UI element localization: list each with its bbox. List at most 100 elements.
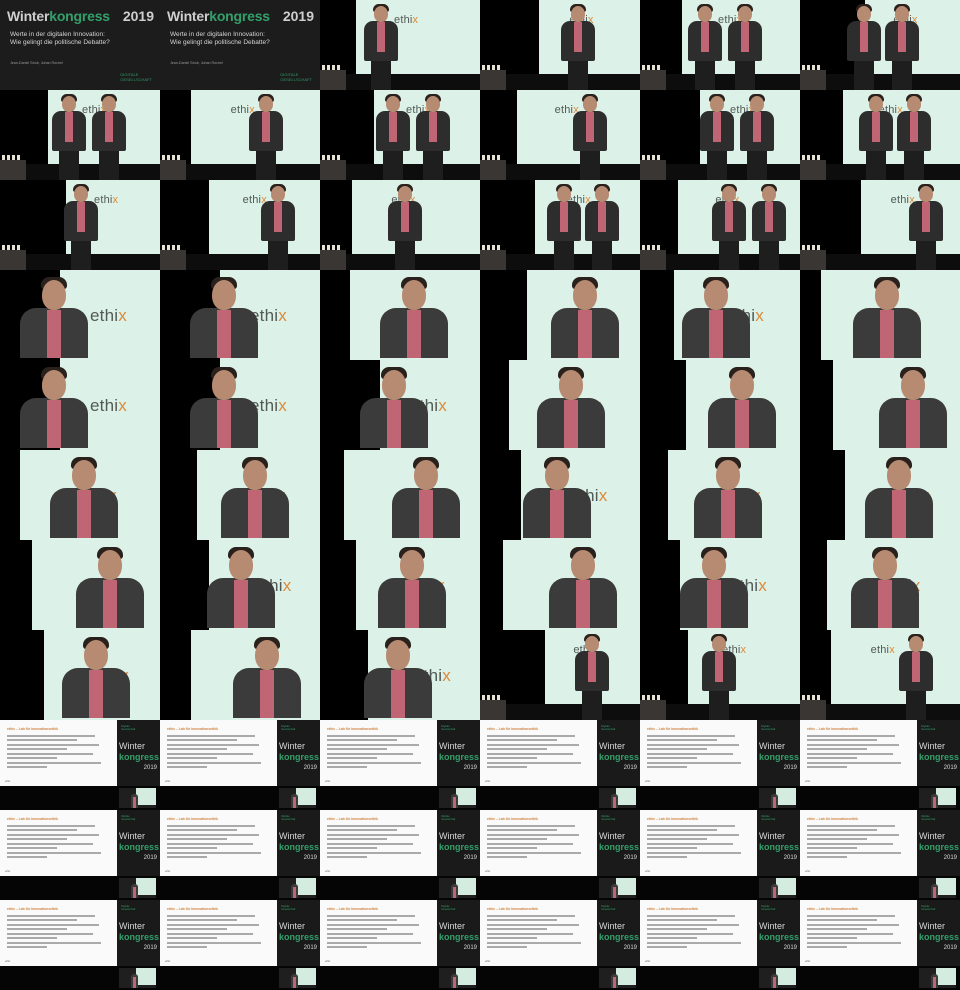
sidebar-winter: Winter	[599, 831, 626, 841]
sidebar-winter: Winter	[919, 921, 946, 931]
stage-thumbnail: ethix	[480, 90, 640, 180]
stage-thumbnail: ethix	[320, 0, 480, 90]
closeup-speaker-thumbnail: ethix	[640, 270, 800, 360]
slide-heading: ethix – Lab für Innovationsethik	[7, 817, 59, 821]
speaker-inset	[439, 968, 476, 988]
speaker-figure	[694, 457, 762, 540]
speaker-figure	[682, 277, 750, 360]
sidebar-year: 2019	[943, 945, 957, 951]
organizer-logo: Digitale Gesellschaft	[921, 905, 936, 911]
stage-thumbnail: ethix	[160, 180, 320, 270]
presentation-slide: ethix – Lab für Innovationsethik ethix	[0, 900, 117, 966]
sidebar-kongress: kongress	[279, 842, 320, 852]
closeup-speaker-thumbnail: ethix	[0, 450, 160, 540]
speaker-figure	[909, 184, 943, 270]
speaker-figure	[728, 4, 762, 90]
speaker-figure	[50, 457, 118, 540]
slide-footer: ethix	[805, 870, 811, 873]
speaker-inset	[439, 788, 476, 808]
slide-footer: ethix	[5, 960, 11, 963]
sidebar-kongress: kongress	[919, 842, 960, 852]
presentation-slide: ethix – Lab für Innovationsethik ethix	[640, 900, 757, 966]
stream-layout-thumbnail: ethix – Lab für Innovationsethik ethix D…	[800, 900, 960, 990]
closeup-speaker-thumbnail: ethix	[320, 630, 480, 720]
speaker-figure	[702, 634, 736, 720]
sidebar-kongress: kongress	[119, 842, 160, 852]
sidebar-winter: Winter	[439, 831, 466, 841]
closeup-speaker-thumbnail: ethix	[800, 450, 960, 540]
stream-layout-thumbnail: ethix – Lab für Innovationsethik ethix D…	[640, 810, 800, 900]
organizer-logo: Digitale Gesellschaft	[921, 725, 936, 731]
presentation-slide: ethix – Lab für Innovationsethik ethix	[160, 810, 277, 876]
organizer-logo: Digitale Gesellschaft	[120, 72, 152, 82]
slide-heading: ethix – Lab für Innovationsethik	[487, 727, 539, 731]
slide-heading: ethix – Lab für Innovationsethik	[167, 817, 219, 821]
sidebar-year: 2019	[623, 945, 637, 951]
closeup-speaker-thumbnail: ethix	[0, 360, 160, 450]
speaker-figure	[585, 184, 619, 270]
sidebar-kongress: kongress	[439, 842, 480, 852]
closeup-speaker-thumbnail: ethix	[800, 360, 960, 450]
sidebar-year: 2019	[783, 855, 797, 861]
speaker-figure	[190, 277, 258, 360]
stage-thumbnail: ethix	[800, 180, 960, 270]
presentation-slide: ethix – Lab für Innovationsethik ethix	[480, 900, 597, 966]
speaker-inset	[759, 968, 796, 988]
talk-authors: Jean-Daniel Strub, Johan Rochel	[170, 61, 223, 65]
stream-layout-thumbnail: ethix – Lab für Innovationsethik ethix D…	[640, 900, 800, 990]
sidebar-kongress: kongress	[119, 932, 160, 942]
sidebar-winter: Winter	[439, 921, 466, 931]
stream-lower-bar	[640, 786, 800, 810]
speaker-figure	[221, 457, 289, 540]
slide-heading: ethix – Lab für Innovationsethik	[487, 817, 539, 821]
presentation-slide: ethix – Lab für Innovationsethik ethix	[0, 720, 117, 786]
organizer-logo: Digitale Gesellschaft	[281, 815, 296, 821]
event-sidebar: Digitale Gesellschaft Winter kongress 201…	[117, 900, 160, 966]
speaker-inset	[439, 878, 476, 898]
sidebar-kongress: kongress	[599, 842, 640, 852]
stream-lower-bar	[320, 786, 480, 810]
sidebar-year: 2019	[303, 855, 317, 861]
speaker-figure	[62, 637, 130, 720]
slide-footer: ethix	[165, 960, 171, 963]
sidebar-kongress: kongress	[439, 752, 480, 762]
slide-heading: ethix – Lab für Innovationsethik	[487, 907, 539, 911]
title-slide-thumbnail: Winterkongress 2019 Werte in der digital…	[160, 0, 320, 90]
organizer-logo: Digitale Gesellschaft	[761, 905, 776, 911]
stream-lower-bar	[160, 876, 320, 900]
brand-wordmark: Winterkongress	[7, 8, 110, 24]
sidebar-year: 2019	[783, 945, 797, 951]
stream-lower-bar	[480, 786, 640, 810]
sidebar-year: 2019	[463, 855, 477, 861]
closeup-speaker-thumbnail: ethix	[480, 450, 640, 540]
organizer-logo: Digitale Gesellschaft	[601, 905, 616, 911]
organizer-logo: Digitale Gesellschaft	[281, 905, 296, 911]
closeup-speaker-thumbnail: ethix	[320, 270, 480, 360]
stream-layout-thumbnail: ethix – Lab für Innovationsethik ethix D…	[800, 810, 960, 900]
stage-thumbnail: ethix	[0, 180, 160, 270]
stage-thumbnail: ethix	[640, 630, 800, 720]
closeup-speaker-thumbnail: ethix	[640, 540, 800, 630]
organizer-logo: Digitale Gesellschaft	[280, 72, 312, 82]
speaker-figure	[360, 367, 428, 450]
event-sidebar: Digitale Gesellschaft Winter kongress 201…	[917, 810, 960, 876]
speaker-inset	[919, 878, 956, 898]
sidebar-winter: Winter	[919, 831, 946, 841]
speaker-figure	[547, 184, 581, 270]
sidebar-year: 2019	[143, 765, 157, 771]
sidebar-year: 2019	[783, 765, 797, 771]
speaker-figure	[897, 94, 931, 180]
speaker-figure	[752, 184, 786, 270]
stream-lower-bar	[640, 966, 800, 990]
stream-lower-bar	[480, 876, 640, 900]
speaker-figure	[76, 547, 144, 630]
slide-heading: ethix – Lab für Innovationsethik	[807, 727, 859, 731]
slide-heading: ethix – Lab für Innovationsethik	[7, 907, 59, 911]
speaker-figure	[879, 367, 947, 450]
slide-footer: ethix	[5, 870, 11, 873]
organizer-logo: Digitale Gesellschaft	[121, 815, 136, 821]
speaker-figure	[20, 277, 88, 360]
stream-layout-thumbnail: ethix – Lab für Innovationsethik ethix D…	[480, 900, 640, 990]
stream-lower-bar	[800, 966, 960, 990]
organizer-logo: Digitale Gesellschaft	[761, 725, 776, 731]
